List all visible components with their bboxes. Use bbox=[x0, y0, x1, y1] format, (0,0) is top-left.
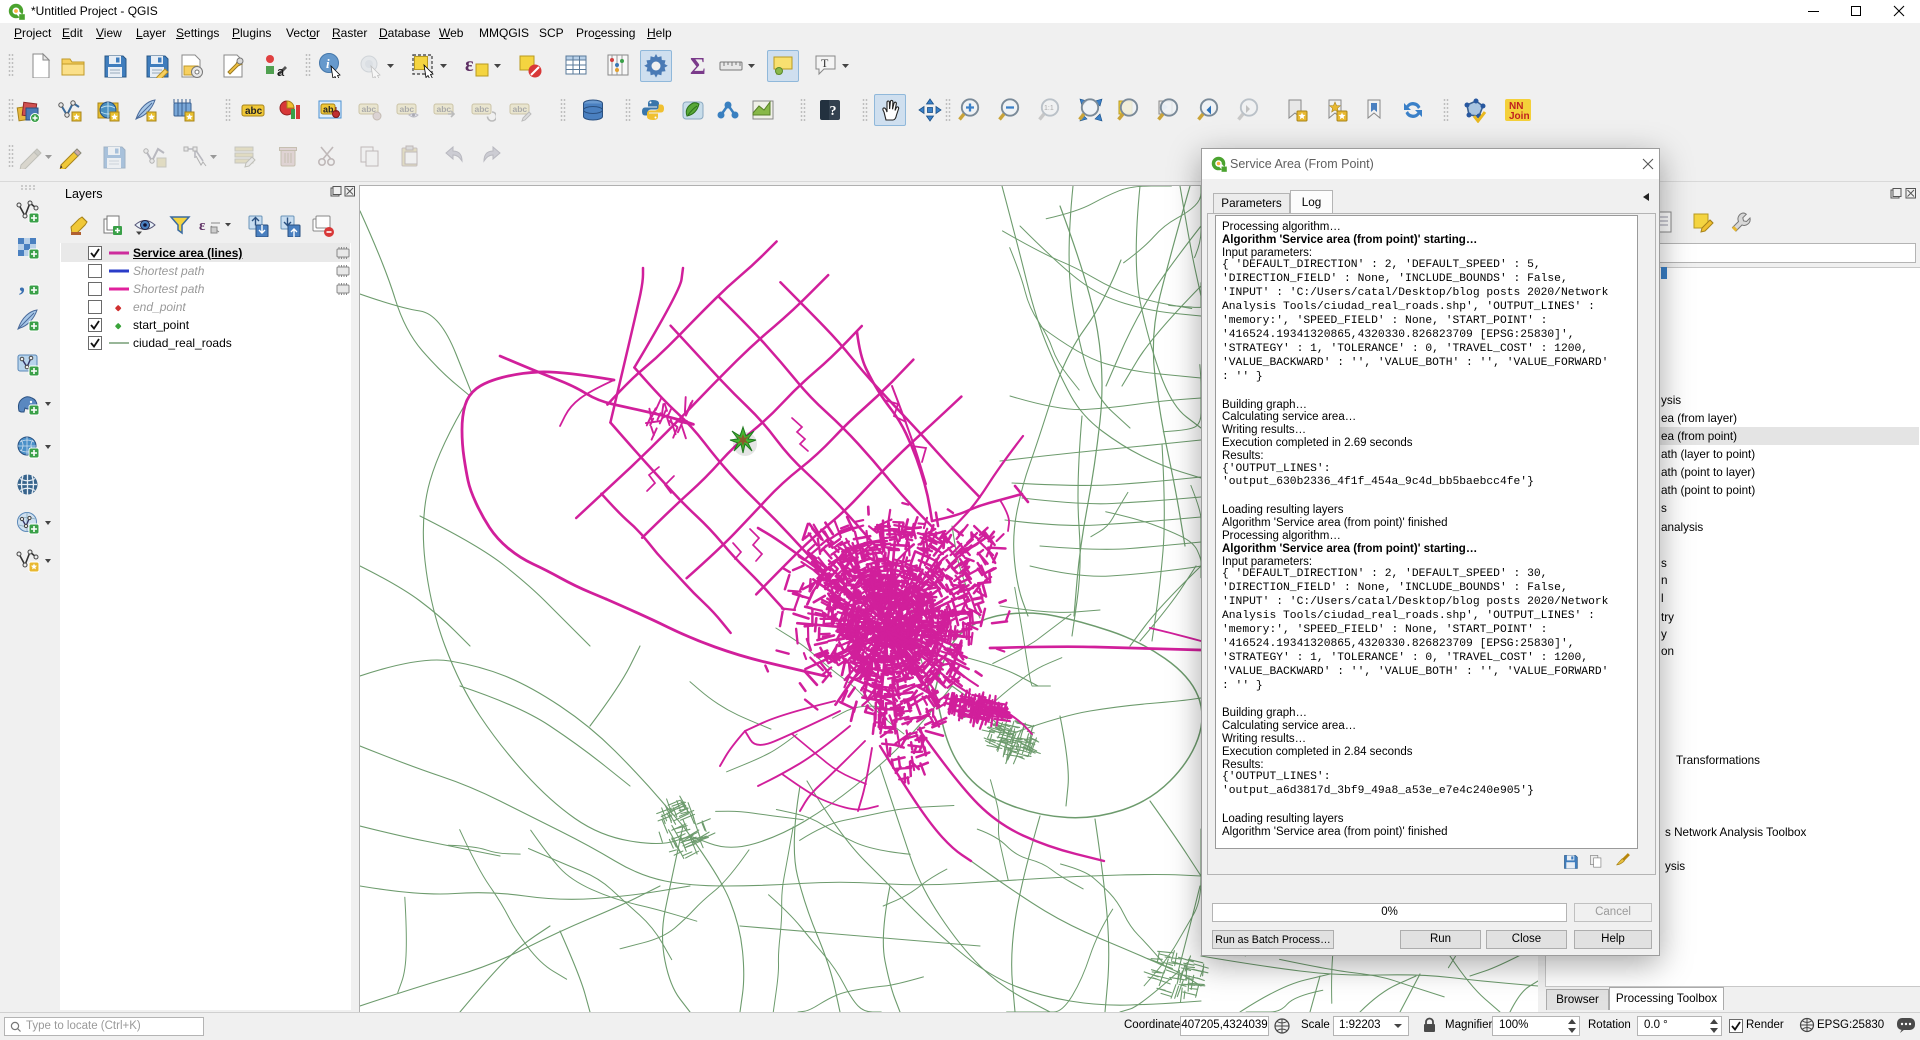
svg-text:abc: abc bbox=[437, 104, 452, 114]
svg-text:i: i bbox=[326, 56, 330, 71]
svg-text:abc: abc bbox=[475, 104, 490, 114]
svg-text:abc: abc bbox=[513, 104, 528, 114]
svg-text:1:1: 1:1 bbox=[1044, 105, 1054, 112]
svg-text:?: ? bbox=[830, 104, 837, 119]
svg-text:,: , bbox=[19, 271, 25, 297]
svg-text:abc: abc bbox=[400, 104, 415, 114]
svg-text:Σ: Σ bbox=[690, 54, 706, 78]
svg-text:Join: Join bbox=[1509, 111, 1530, 122]
svg-text:ε: ε bbox=[199, 218, 206, 234]
svg-text:a: a bbox=[277, 64, 285, 78]
svg-text:T: T bbox=[821, 56, 829, 70]
svg-text:ε: ε bbox=[465, 54, 474, 76]
svg-text:abc: abc bbox=[245, 106, 263, 117]
